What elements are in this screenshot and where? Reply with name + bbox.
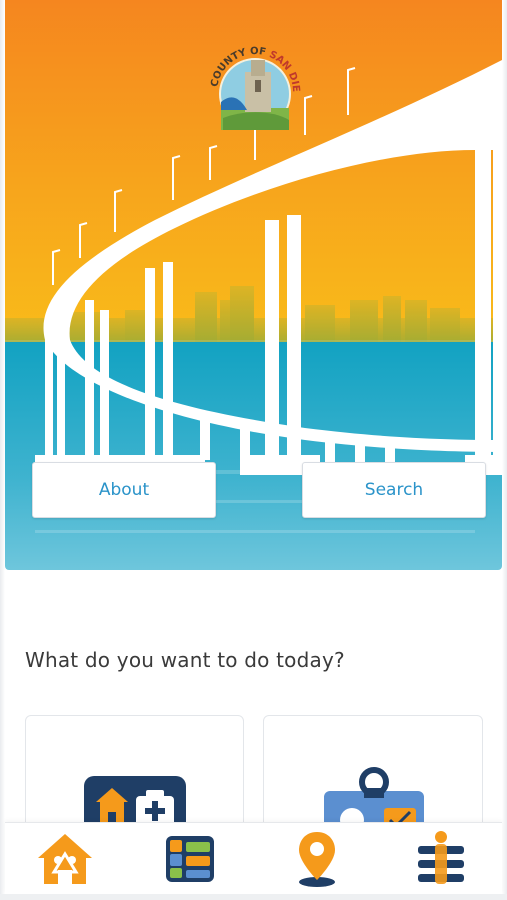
about-button[interactable]: About [32, 462, 216, 518]
nav-menu[interactable] [386, 823, 496, 895]
nav-locations[interactable] [262, 823, 372, 895]
services-directory-icon [166, 836, 214, 882]
right-edge [502, 0, 507, 900]
nav-services[interactable] [135, 823, 245, 895]
search-button[interactable]: Search [302, 462, 486, 518]
bottom-edge [0, 894, 507, 900]
section-prompt: What do you want to do today? [25, 648, 345, 672]
nav-home[interactable] [10, 823, 120, 895]
menu-person-icon [418, 831, 464, 884]
county-seal-logo: COUNTY OF SAN DIEGO [203, 30, 301, 130]
hero-banner: COUNTY OF SAN DIEGO About Search [5, 0, 502, 570]
bottom-navigation [5, 822, 502, 894]
location-pin-icon [299, 832, 335, 887]
family-home-icon [38, 834, 92, 884]
